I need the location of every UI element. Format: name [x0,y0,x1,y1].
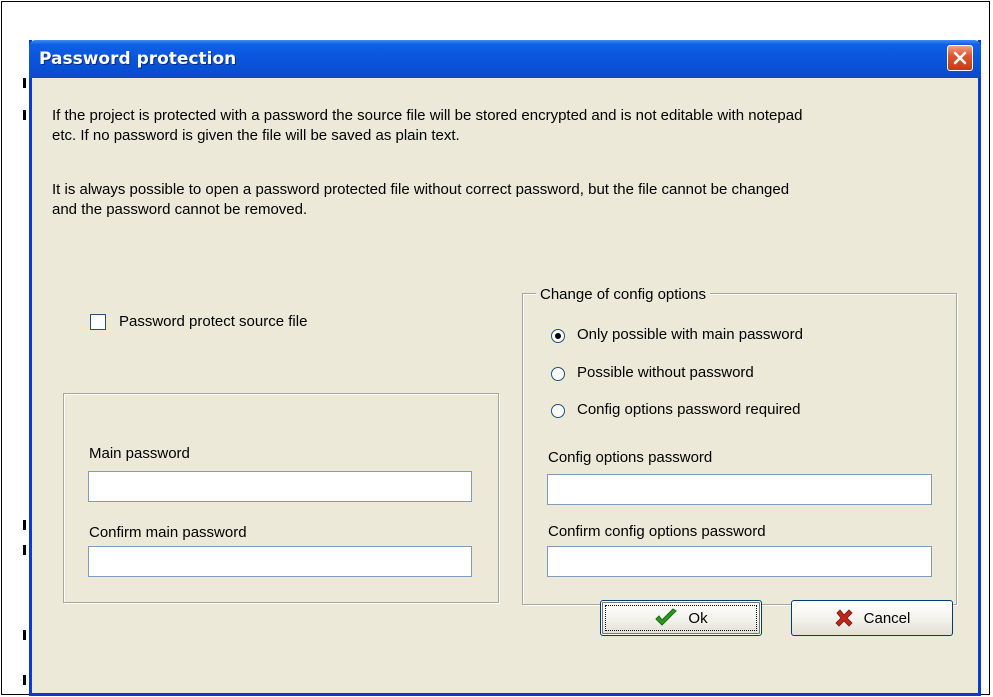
radio-label[interactable]: Config options password required [577,400,800,420]
radio-config-password-required[interactable] [551,404,565,418]
confirm-config-password-input[interactable] [547,546,932,577]
cancel-button-label: Cancel [863,609,911,627]
focus-ring [605,605,757,631]
title-bar[interactable]: Password protection [29,40,981,78]
confirm-config-password-label: Confirm config options password [548,523,766,540]
description-line: If the project is protected with a passw… [52,107,803,124]
cancel-button[interactable]: Cancel [791,600,953,636]
background-tick [23,545,26,555]
background-tick [23,675,26,685]
checkmark-icon [655,608,678,626]
confirm-main-password-label: Confirm main password [89,524,247,541]
dialog-title: Password protection [39,49,237,69]
background-tick [23,78,26,88]
radio-without-password[interactable] [551,367,565,381]
password-dialog: If the project is protected with a passw… [29,40,981,696]
description-line: etc. If no password is given the file wi… [52,127,460,144]
cross-icon [835,609,853,627]
background-tick [23,110,26,120]
radio-label[interactable]: Possible without password [577,363,754,383]
config-options-group-label: Change of config options [536,286,710,304]
close-button[interactable] [947,45,973,71]
radio-selected-dot [555,333,561,339]
confirm-main-password-input[interactable] [88,546,472,577]
close-icon [953,51,967,65]
protect-checkbox-label[interactable]: Password protect source file [119,312,307,332]
protect-checkbox[interactable] [90,314,106,330]
config-password-input[interactable] [547,474,932,505]
background-tick [23,630,26,640]
radio-label[interactable]: Only possible with main password [577,325,803,345]
main-password-label: Main password [89,445,190,462]
config-password-label: Config options password [548,449,713,466]
main-password-input[interactable] [88,471,472,502]
description-line: It is always possible to open a password… [52,181,790,198]
ok-button[interactable]: Ok [600,600,762,636]
radio-only-main-password[interactable] [551,329,565,343]
description-line: and the password cannot be removed. [52,201,308,218]
ok-button-label: Ok [688,609,708,627]
background-tick [23,520,26,530]
